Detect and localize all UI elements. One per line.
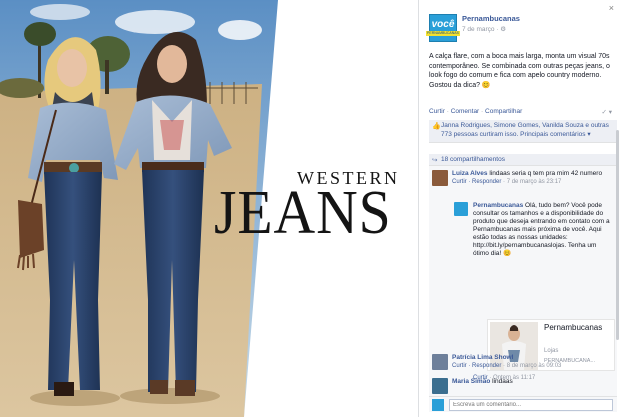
comment-author[interactable]: Patrícia Lima Showl bbox=[452, 354, 513, 361]
comment-actions[interactable]: Curtir · Responder bbox=[452, 363, 501, 369]
scrollbar[interactable] bbox=[616, 130, 619, 340]
likes-summary: 👍 Janna Rodrigues, Simone Gomes, Vanilda… bbox=[429, 120, 617, 143]
comment-time[interactable]: · 8 de março às 09:03 bbox=[503, 363, 561, 369]
avatar bbox=[432, 399, 444, 411]
post-text: A calça flare, com a boca mais larga, mo… bbox=[429, 53, 610, 89]
shares-count[interactable]: 18 compartilhamentos bbox=[441, 156, 505, 163]
shares-summary[interactable]: ↪ 18 compartilhamentos bbox=[429, 154, 617, 166]
comment-text: lindaas seria q tem pra mim 42 numero bbox=[489, 170, 603, 177]
logo-text: você bbox=[431, 19, 455, 30]
options-chevron-icon[interactable]: ✓ ▾ bbox=[601, 108, 612, 116]
page-meta: Pernambucanas 7 de março · ⚙ bbox=[462, 14, 520, 42]
post-photo[interactable]: WESTERN JEANS bbox=[0, 0, 418, 417]
comment-author[interactable]: Pernambucanas bbox=[473, 202, 523, 209]
link-title[interactable]: Pernambucanas bbox=[544, 323, 614, 333]
comment-author[interactable]: Luiza Alves bbox=[452, 170, 488, 177]
page-name-link[interactable]: Pernambucanas bbox=[462, 14, 520, 23]
post-sidebar: × você PERNAMBUCANAS Pernambucanas 7 de … bbox=[418, 0, 620, 417]
share-link[interactable]: Compartilhar bbox=[485, 108, 522, 115]
comment-link[interactable]: Comentar bbox=[451, 108, 480, 115]
comment-author[interactable]: Maria Simão bbox=[452, 378, 490, 385]
page-header: você PERNAMBUCANAS Pernambucanas 7 de ma… bbox=[426, 14, 520, 42]
close-icon[interactable]: × bbox=[609, 3, 614, 13]
like-icon: 👍 bbox=[432, 123, 441, 130]
comment-actions[interactable]: Curtir · Responder bbox=[452, 179, 501, 185]
comment-composer bbox=[429, 396, 617, 412]
headline-jeans: JEANS bbox=[214, 179, 392, 247]
comment-time[interactable]: · 7 de março às 23:17 bbox=[503, 179, 561, 185]
like-link[interactable]: Curtir bbox=[429, 108, 445, 115]
top-comments-dropdown[interactable]: Principais comentários ▾ bbox=[520, 131, 590, 138]
comment-text: Olá, tudo bem? Você pode consultar os ta… bbox=[473, 202, 610, 257]
avatar[interactable] bbox=[432, 354, 448, 370]
logo-sub: PERNAMBUCANAS bbox=[426, 31, 460, 36]
comment-text: lindaas bbox=[492, 378, 513, 385]
avatar[interactable] bbox=[432, 170, 448, 186]
avatar[interactable] bbox=[454, 202, 468, 216]
post-date[interactable]: 7 de março · ⚙ bbox=[462, 25, 520, 33]
comment-input[interactable] bbox=[449, 399, 613, 411]
avatar[interactable] bbox=[432, 378, 448, 394]
page-avatar[interactable]: você PERNAMBUCANAS bbox=[426, 14, 460, 42]
comments-list: Luiza Alves lindaas seria q tem pra mim … bbox=[429, 166, 617, 396]
post-actions: Curtir · Comentar · Compartilhar bbox=[429, 108, 523, 115]
share-icon: ↪ bbox=[432, 157, 438, 164]
